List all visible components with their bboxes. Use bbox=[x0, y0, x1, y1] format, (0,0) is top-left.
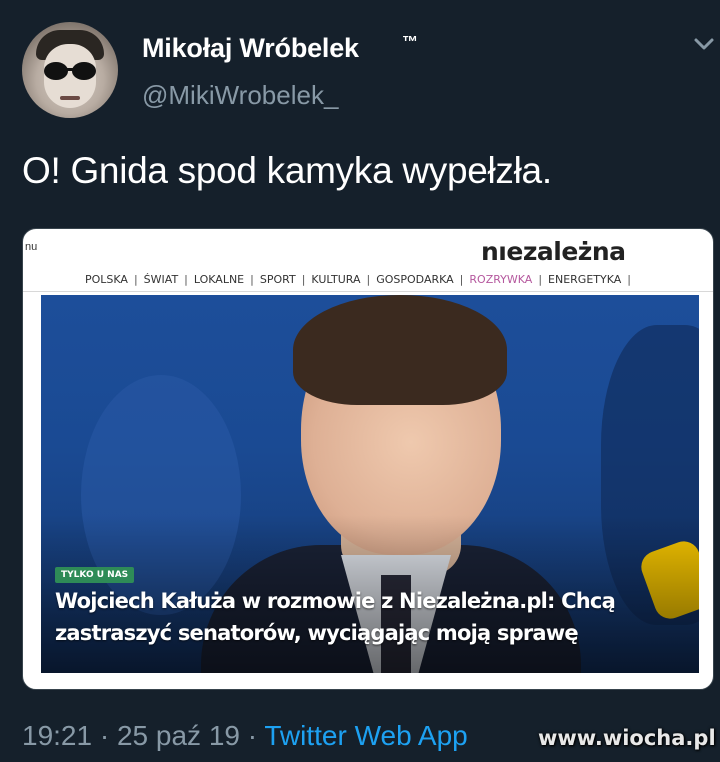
site-nav-item: ŚWIAT bbox=[143, 273, 179, 286]
tweet-text: O! Gnida spod kamyka wypełzła. bbox=[22, 150, 552, 191]
site-logo: nıezależna bbox=[481, 237, 626, 266]
photo-hair bbox=[293, 295, 507, 405]
article-photo: TYLKO U NAS Wojciech Kałuża w rozmowie z… bbox=[41, 295, 699, 673]
site-nav-separator: | bbox=[459, 273, 464, 286]
site-nav-separator: | bbox=[538, 273, 543, 286]
exclusive-badge: TYLKO U NAS bbox=[55, 567, 135, 583]
site-nav-item: GOSPODARKA bbox=[376, 273, 454, 286]
watermark: www.wiocha.pl bbox=[538, 726, 716, 750]
site-nav-separator: | bbox=[301, 273, 306, 286]
site-nav-item: LOKALNE bbox=[193, 273, 245, 286]
avatar[interactable] bbox=[22, 22, 118, 118]
chevron-down-icon[interactable] bbox=[690, 34, 718, 54]
site-nav: POLSKA | ŚWIAT | LOKALNE | SPORT | KULTURA | GOSPO… bbox=[85, 273, 713, 286]
site-nav-item: KULTURA bbox=[311, 273, 361, 286]
avatar-sunglasses-left bbox=[44, 62, 68, 80]
author-name[interactable]: Mikołaj Wróbelek bbox=[142, 33, 359, 64]
site-nav-item: SPORT bbox=[259, 273, 296, 286]
card-cut-text: nu bbox=[25, 241, 38, 253]
author-badge: ™ bbox=[402, 34, 418, 51]
avatar-sunglasses-right bbox=[72, 62, 96, 80]
author-handle[interactable]: @MikiWrobelek_ bbox=[142, 80, 338, 111]
site-nav-separator: | bbox=[366, 273, 371, 286]
article-headline: Wojciech Kałuża w rozmowie z Niezależna.… bbox=[55, 589, 616, 645]
site-nav-item: ROZRYWKA bbox=[469, 273, 533, 286]
tweet-date[interactable]: 25 paź 19 bbox=[117, 720, 240, 751]
site-nav-separator: | bbox=[250, 273, 254, 286]
tweet-source-app[interactable]: Twitter Web App bbox=[264, 720, 467, 751]
site-nav-separator: | bbox=[133, 273, 138, 286]
avatar-sunglasses-bridge bbox=[66, 68, 74, 71]
card-divider bbox=[23, 291, 713, 292]
site-nav-item: POLSKA bbox=[85, 273, 128, 286]
avatar-mouth bbox=[60, 96, 80, 100]
site-nav-separator: | bbox=[184, 273, 188, 286]
tweet-time[interactable]: 19:21 bbox=[22, 720, 92, 751]
meta-separator: · bbox=[247, 720, 258, 751]
tweet-meta: 19:21 · 25 paź 19 · Twitter Web App bbox=[22, 720, 468, 752]
link-preview-card[interactable]: nu nıezależna POLSKA | ŚWIAT | LOKALNE | SPORT… bbox=[22, 228, 714, 690]
site-nav-separator: | bbox=[627, 273, 631, 286]
meta-separator: · bbox=[99, 720, 110, 751]
site-nav-item: ENERGETYKA bbox=[548, 273, 622, 286]
